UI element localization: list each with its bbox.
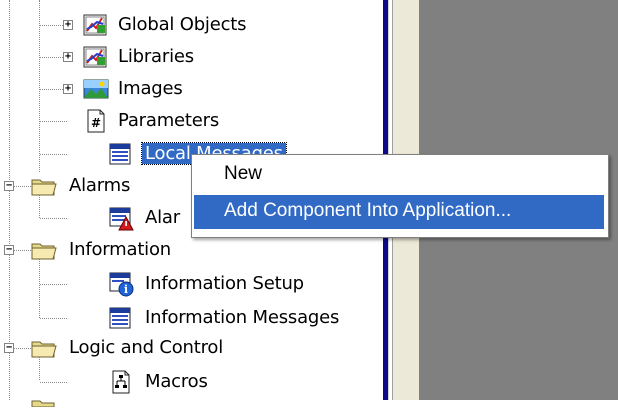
tree-item-label: Information Setup [145,273,304,294]
tree-item-label: Information Messages [145,307,340,328]
information-setup-icon: i [108,271,134,297]
expand-toggle[interactable]: + [63,84,73,94]
tree-branch [40,318,67,319]
collapse-toggle[interactable]: − [4,343,14,353]
svg-text:#: # [91,116,101,130]
parameters-icon: # [83,108,109,134]
tree-item-label: Logic and Control [69,337,224,358]
tree-item-label: Information [69,239,171,260]
macros-icon [108,369,134,395]
menu-item-label: New [224,163,263,184]
svg-text:i: i [124,283,128,296]
menu-item-label: Add Component Into Application... [224,200,512,221]
alarm-icon [108,205,134,231]
tree-item-label: Parameters [118,110,220,131]
tree-branch [40,284,67,285]
libraries-icon [83,44,109,70]
messages-icon [108,305,134,331]
folder-icon [30,173,57,199]
tree-item-label: Macros [145,371,208,392]
tree-branch [40,382,67,383]
images-icon [83,76,109,102]
folder-icon [30,335,57,361]
menu-item-add-component-into-application[interactable]: Add Component Into Application... [194,195,604,229]
menu-item-new[interactable]: New [194,158,604,192]
tree-branch [40,154,67,155]
folder-icon [30,392,58,411]
global-objects-icon [83,12,109,38]
tree-item-label: Global Objects [118,14,247,35]
tree-branch [40,121,67,122]
collapse-toggle[interactable]: − [4,245,14,255]
tree-branch [40,218,67,219]
tree-item-label: Images [118,78,183,99]
folder-icon [30,237,57,263]
expand-toggle[interactable]: + [63,20,73,30]
tree-item-label: Libraries [118,46,194,67]
tree-line-information [39,258,40,318]
expand-toggle[interactable]: + [63,52,73,62]
tree-line-root [9,0,10,400]
tree-item-label: Alarms [69,175,131,196]
context-menu: New Add Component Into Application... [191,154,609,238]
collapse-toggle[interactable]: − [4,181,14,191]
tree-item-label: Alar [145,207,180,228]
messages-icon [108,141,134,167]
